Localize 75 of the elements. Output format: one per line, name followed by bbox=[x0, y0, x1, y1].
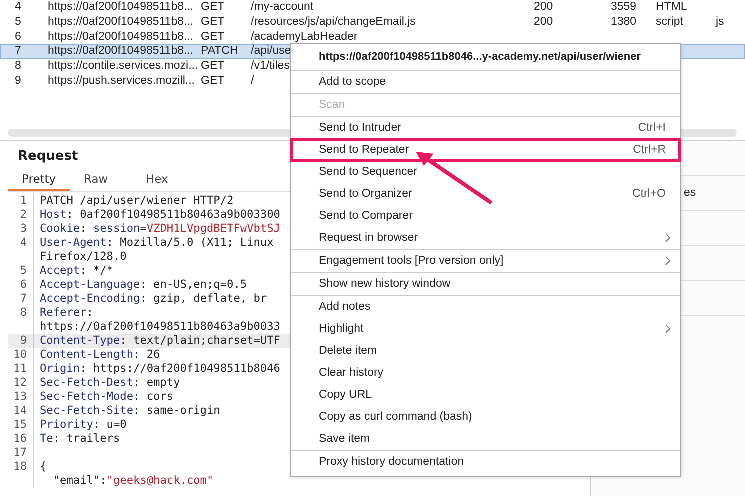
code-line: Cookie: session=VZDH1LVpgdBETFwVbtSJ bbox=[39, 222, 280, 236]
table-cell: https://0af200f10498511b8... bbox=[48, 16, 194, 29]
line-number: 6 bbox=[20, 278, 27, 292]
table-cell: https://0af200f10498511b8... bbox=[48, 1, 194, 14]
line-number: 11 bbox=[14, 362, 27, 376]
code-line: Sec-Fetch-Dest: empty bbox=[39, 376, 180, 390]
table-cell: GET bbox=[201, 60, 225, 74]
code-line: Content-Length: 26 bbox=[39, 348, 160, 362]
code-line: User-Agent: Mozilla/5.0 (X11; Linux bbox=[39, 236, 274, 250]
table-cell-text: 5 bbox=[14, 16, 22, 29]
code-line: Origin: https://0af200f10498511b8046 bbox=[39, 362, 280, 376]
shortcut: Ctrl+I bbox=[638, 122, 666, 134]
table-cell: https://push.services.mozill... bbox=[48, 74, 195, 88]
table-cell-text: 9 bbox=[14, 74, 22, 88]
line-number: 13 bbox=[14, 390, 27, 404]
code-line: Referer: bbox=[39, 306, 94, 320]
table-cell: 3559 bbox=[611, 1, 637, 14]
line-number: 16 bbox=[14, 432, 27, 446]
table-cell-text: 7 bbox=[14, 45, 22, 58]
code-line: https://0af200f10498511b80463a9b0033 bbox=[39, 320, 280, 334]
line-number: 7 bbox=[20, 292, 27, 306]
line-number: 4 bbox=[20, 236, 27, 250]
code-line: Sec-Fetch-Mode: cors bbox=[39, 390, 174, 404]
code-line: Sec-Fetch-Site: same-origin bbox=[39, 404, 220, 418]
code-line: "email":"geeks@hack.com" bbox=[52, 474, 214, 488]
line-number: 15 bbox=[14, 418, 27, 432]
line-number: 12 bbox=[14, 376, 27, 390]
code-line: Accept: */* bbox=[39, 264, 114, 278]
code-line: Host: 0af200f10498511b80463a9b003300 bbox=[39, 208, 280, 222]
line-number: 18 bbox=[14, 460, 27, 474]
table-cell: /academyLabHeader bbox=[251, 30, 358, 44]
code-line: Te: trailers bbox=[39, 432, 120, 446]
table-cell: https://0af200f10498511b8... bbox=[48, 30, 194, 44]
table-cell: PATCH bbox=[201, 45, 238, 58]
code-line: { bbox=[39, 460, 47, 474]
table-cell: /my-account bbox=[251, 1, 314, 14]
line-number: 9 bbox=[20, 334, 27, 348]
line-number: 14 bbox=[14, 404, 27, 418]
table-cell: 200 bbox=[534, 16, 554, 29]
table-cell: / bbox=[251, 74, 254, 88]
table-cell-text: 4 bbox=[14, 1, 22, 14]
table-cell-text: 6 bbox=[14, 30, 22, 44]
table-cell: GET bbox=[201, 30, 225, 44]
table-cell: GET bbox=[201, 1, 225, 14]
table-cell: /resources/js/api/changeEmail.js bbox=[251, 16, 416, 29]
table-cell: js bbox=[716, 16, 724, 29]
shortcut: Ctrl+O bbox=[632, 188, 666, 200]
table-cell: /v1/tiles bbox=[251, 60, 290, 74]
table-cell: HTML bbox=[656, 1, 688, 14]
code-line: Priority: u=0 bbox=[39, 418, 127, 432]
table-cell: script bbox=[656, 16, 684, 29]
table-cell: GET bbox=[201, 16, 225, 29]
line-number: 1 bbox=[20, 194, 27, 208]
line-number: 3 bbox=[20, 222, 27, 236]
table-cell: GET bbox=[201, 74, 225, 88]
table-cell: 200 bbox=[534, 1, 554, 14]
code-line: Firefox/128.0 bbox=[39, 250, 127, 264]
line-number: 5 bbox=[20, 264, 27, 278]
code-line: Content-Type: text/plain;charset=UTF bbox=[39, 334, 280, 348]
line-number: 10 bbox=[14, 348, 27, 362]
code-line: Accept-Encoding: gzip, deflate, br bbox=[39, 292, 268, 306]
line-number: 8 bbox=[20, 306, 27, 320]
code-line: PATCH /api/user/wiener HTTP/2 bbox=[39, 194, 234, 208]
panel-title: Request bbox=[18, 149, 78, 164]
shortcut: Ctrl+R bbox=[633, 144, 666, 156]
table-cell: 1380 bbox=[611, 16, 637, 29]
table-cell-text: 8 bbox=[14, 60, 22, 74]
table-cell: https://contile.services.mozi... bbox=[48, 60, 198, 74]
line-number: 2 bbox=[20, 208, 27, 222]
menu-header: https://0af200f10498511b8046...y-academy.net/api/user/wiener bbox=[291, 44, 680, 71]
code-line: Accept-Language: en-US,en;q=0.5 bbox=[39, 278, 248, 292]
line-number: 17 bbox=[14, 446, 27, 460]
table-cell: https://0af200f10498511b8... bbox=[48, 45, 194, 58]
panel-text: es bbox=[684, 187, 696, 199]
table-cell: /api/use bbox=[251, 45, 292, 58]
